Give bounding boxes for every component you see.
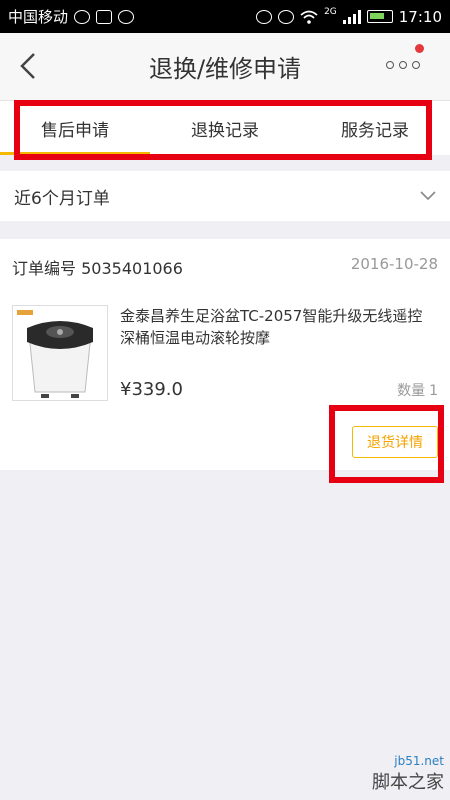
carrier-label: 中国移动 <box>8 8 69 26</box>
order-card: 订单编号 5035401066 2016-10-28 金泰昌养生足浴盆TC-20… <box>0 239 450 470</box>
network-type: 2G <box>324 6 337 17</box>
clock: 17:10 <box>398 7 442 26</box>
return-detail-button[interactable]: 退货详情 <box>352 426 438 458</box>
watermark: jb51.net 脚本之家 <box>372 754 444 794</box>
headphones-icon <box>256 9 273 24</box>
alarm-icon <box>278 9 295 24</box>
tab-return-records[interactable]: 退换记录 <box>150 101 300 155</box>
product-quantity: 数量 1 <box>397 380 438 400</box>
top-bar: 退换/维修申请 <box>0 33 450 101</box>
image-icon <box>96 9 113 24</box>
return-detail-label: 退货详情 <box>367 435 423 451</box>
order-date: 2016-10-28 <box>350 255 438 273</box>
product-price: ¥339.0 <box>120 379 183 400</box>
chevron-down-icon <box>420 191 436 201</box>
wifi-icon <box>300 10 318 24</box>
app-icon <box>118 9 135 24</box>
period-filter[interactable]: 近6个月订单 <box>0 171 450 221</box>
foot-bath-product-image <box>17 310 93 398</box>
tab-bar: 售后申请 退换记录 服务记录 <box>0 101 450 155</box>
tab-service-records[interactable]: 服务记录 <box>300 101 450 155</box>
order-number-label: 订单编号 <box>12 259 77 278</box>
more-icon[interactable] <box>386 61 420 69</box>
quantity-value: 1 <box>429 383 438 399</box>
order-number: 订单编号 5035401066 <box>12 255 183 279</box>
product-name[interactable]: 金泰昌养生足浴盆TC-2057智能升级无线遥控深桶恒温电动滚轮按摩 <box>120 305 436 349</box>
back-icon[interactable] <box>14 51 44 81</box>
notification-dot <box>415 44 424 53</box>
watermark-site: jb51.net <box>394 754 444 768</box>
tab-label: 退换记录 <box>191 120 259 141</box>
wechat-icon <box>74 9 91 24</box>
status-bar: 中国移动 2G 17:10 <box>0 0 450 33</box>
signal-icon <box>342 9 361 24</box>
tab-label: 服务记录 <box>341 120 409 141</box>
page-title: 退换/维修申请 <box>148 55 302 83</box>
product-image[interactable] <box>12 305 108 401</box>
tab-after-sale-request[interactable]: 售后申请 <box>0 101 150 155</box>
period-filter-label: 近6个月订单 <box>14 188 110 209</box>
battery-icon <box>366 10 393 23</box>
watermark-name: 脚本之家 <box>372 772 444 793</box>
tab-label: 售后申请 <box>41 120 109 141</box>
order-number-value: 5035401066 <box>81 259 183 278</box>
quantity-label: 数量 <box>397 383 426 399</box>
